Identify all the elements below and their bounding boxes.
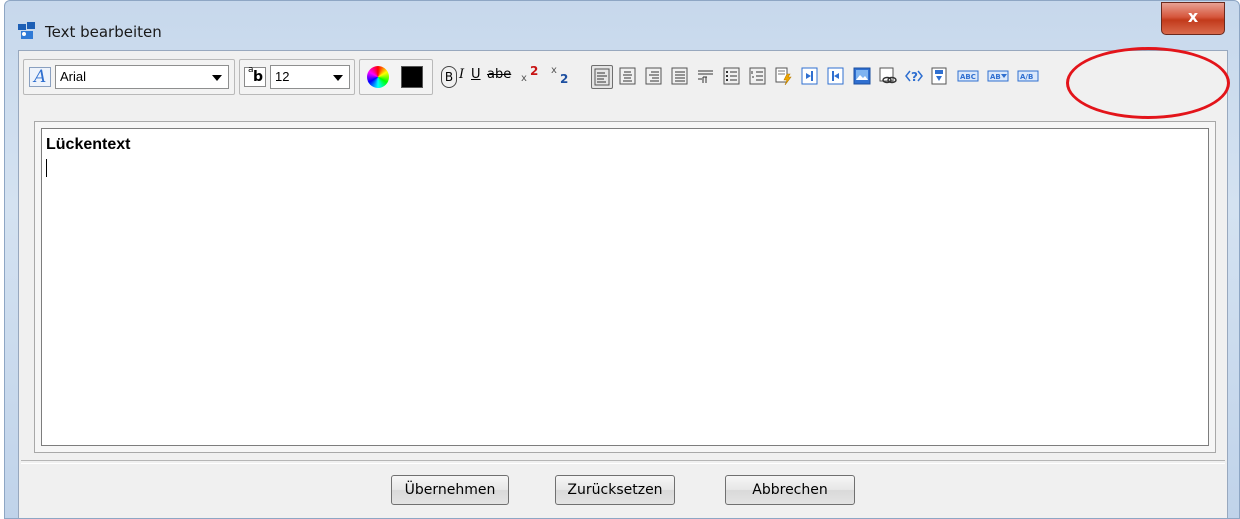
editor-window: Text bearbeiten x A Arial a b 12 B I U a…: [4, 0, 1240, 519]
insert-variable-icon[interactable]: [931, 67, 949, 85]
align-center-icon[interactable]: [619, 67, 637, 85]
format-clear-icon[interactable]: [775, 67, 793, 85]
font-family-select[interactable]: Arial: [55, 65, 229, 89]
text-color-swatch[interactable]: [401, 66, 423, 88]
editor-frame: Lückentext: [34, 121, 1216, 453]
outdent-icon[interactable]: [827, 67, 845, 85]
indent-icon[interactable]: [801, 67, 819, 85]
close-button[interactable]: x: [1161, 2, 1225, 35]
align-left-icon[interactable]: [591, 65, 613, 89]
bullet-list-icon[interactable]: [723, 67, 741, 85]
color-wheel-icon[interactable]: [367, 66, 389, 88]
dialog-content: A Arial a b 12 B I U abe x 2 x 2 ? ABC A…: [18, 50, 1228, 518]
button-separator: [21, 460, 1225, 464]
svg-text:A/B: A/B: [1020, 73, 1033, 81]
font-family-value: Arial: [60, 69, 87, 84]
highlight-circle-annotation: [1066, 47, 1230, 119]
font-size-icon[interactable]: a b: [244, 65, 266, 87]
svg-text:?: ?: [911, 70, 918, 84]
strikethrough-icon[interactable]: abe: [487, 67, 515, 85]
apply-button[interactable]: Übernehmen: [391, 475, 509, 505]
insert-image-icon[interactable]: [853, 67, 871, 85]
align-right-icon[interactable]: [645, 67, 663, 85]
formatting-toolbar: A Arial a b 12 B I U abe x 2 x 2 ? ABC A…: [21, 57, 1225, 97]
reset-button[interactable]: Zurücksetzen: [555, 475, 675, 505]
svg-text:AB: AB: [990, 73, 1001, 81]
numbered-list-icon[interactable]: [749, 67, 767, 85]
title-bar[interactable]: Text bearbeiten x: [5, 1, 1239, 51]
font-size-select[interactable]: 12: [270, 65, 350, 89]
help-tag-icon[interactable]: ?: [905, 67, 923, 85]
underline-icon[interactable]: U: [471, 67, 485, 85]
gap-text-icon[interactable]: ABC: [957, 67, 979, 85]
svg-text:ABC: ABC: [960, 73, 976, 81]
editor-content[interactable]: Lückentext: [46, 136, 130, 154]
font-icon[interactable]: A: [29, 67, 51, 87]
insert-link-icon[interactable]: [879, 67, 897, 85]
bold-icon[interactable]: B: [441, 66, 457, 88]
gap-choice-icon[interactable]: A/B: [1017, 67, 1039, 85]
text-editor[interactable]: Lückentext: [41, 128, 1209, 446]
cancel-button[interactable]: Abbrechen: [725, 475, 855, 505]
superscript-icon[interactable]: x 2: [521, 64, 545, 85]
window-title: Text bearbeiten: [45, 23, 162, 41]
app-icon: [17, 21, 37, 41]
font-size-value: 12: [275, 69, 290, 84]
subscript-icon[interactable]: x 2: [551, 65, 575, 86]
chevron-down-icon: [333, 75, 343, 81]
paragraph-icon[interactable]: [697, 67, 715, 85]
chevron-down-icon: [212, 75, 222, 81]
gap-dropdown-icon[interactable]: AB: [987, 67, 1009, 85]
align-justify-icon[interactable]: [671, 67, 689, 85]
text-caret: [46, 159, 47, 177]
italic-icon[interactable]: I: [459, 67, 471, 85]
